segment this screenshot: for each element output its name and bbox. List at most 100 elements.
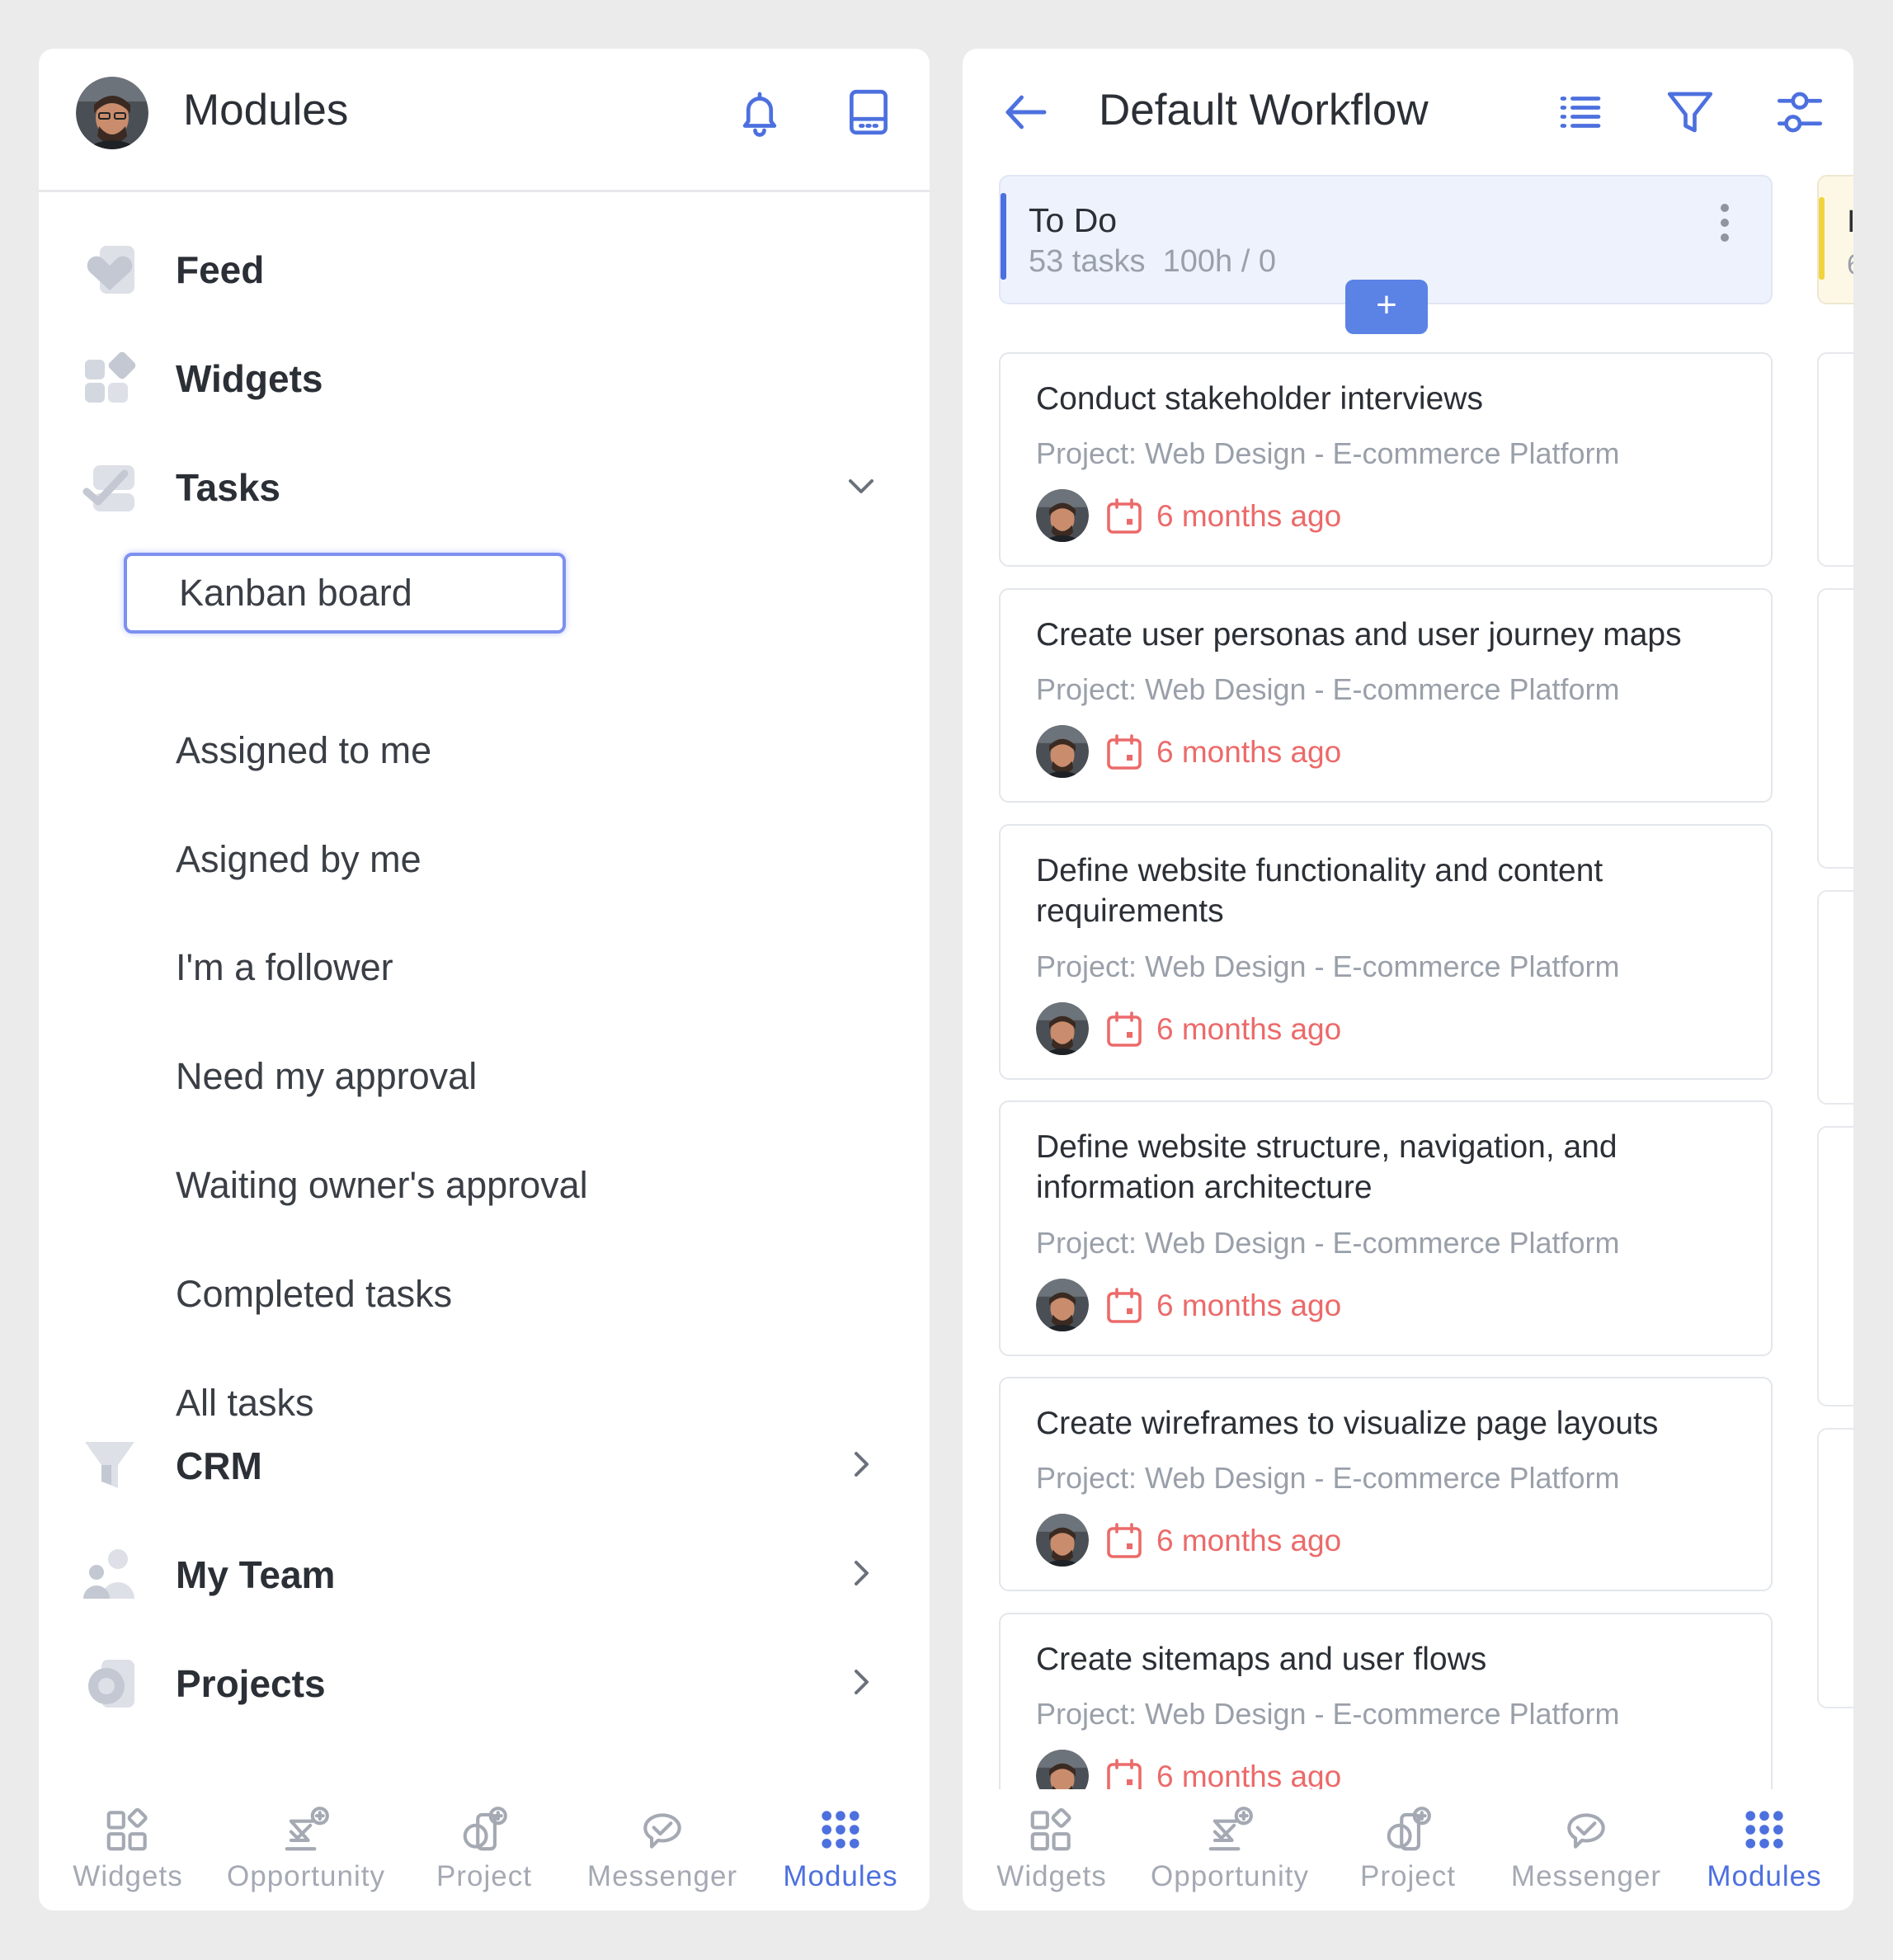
next-column-card[interactable]: [1817, 588, 1853, 869]
next-column-card[interactable]: [1817, 1428, 1853, 1708]
module-tasks[interactable]: Tasks: [39, 441, 930, 531]
nav-label: Project: [436, 1860, 532, 1892]
nav-messenger[interactable]: Messenger: [1497, 1789, 1675, 1911]
widgets-grid-icon: [82, 350, 138, 406]
task-meta: 6 months ago: [1036, 489, 1448, 544]
column-header-next[interactable]: I 6: [1817, 175, 1853, 304]
task-card[interactable]: Conduct stakeholder interviews Project: …: [999, 352, 1773, 567]
nav-modules[interactable]: Modules: [751, 1789, 930, 1911]
filter-icon[interactable]: [1663, 85, 1717, 139]
task-date: 6 months ago: [1156, 1524, 1342, 1557]
next-column-card[interactable]: [1817, 890, 1853, 1105]
task-date: 6 months ago: [1156, 1012, 1342, 1046]
modules-panel: Modules Feed Widgets Tasks Kanban board …: [39, 49, 930, 1911]
more-vertical-icon[interactable]: [1716, 201, 1733, 244]
next-column-card[interactable]: [1817, 1126, 1853, 1406]
list-view-icon[interactable]: [1553, 85, 1608, 139]
assignee-avatar: [1036, 1002, 1089, 1055]
submenu-completed-tasks[interactable]: Completed tasks: [176, 1265, 452, 1323]
tablet-layout-icon[interactable]: [841, 85, 896, 139]
calendar-icon: [1105, 1011, 1143, 1048]
project-icon: [1382, 1804, 1434, 1855]
next-column-card[interactable]: [1817, 352, 1853, 567]
project-icon: [459, 1804, 510, 1855]
bottom-navigation: Widgets Opportunity Project Messenger Mo…: [39, 1789, 930, 1911]
module-label: Tasks: [176, 466, 281, 509]
nav-project[interactable]: Project: [395, 1789, 573, 1911]
chevron-right-icon[interactable]: [841, 1661, 882, 1703]
calendar-icon: [1105, 1522, 1143, 1560]
widgets-icon: [1026, 1804, 1077, 1855]
nav-opportunity[interactable]: Opportunity: [1141, 1789, 1319, 1911]
page-title: Default Workflow: [1099, 86, 1429, 134]
column-stats: 6: [1847, 249, 1853, 281]
module-projects[interactable]: Projects: [39, 1637, 930, 1727]
tasks-check-icon: [82, 459, 138, 515]
assignee-avatar: [1036, 725, 1089, 778]
module-label: Projects: [176, 1662, 326, 1705]
nav-messenger[interactable]: Messenger: [573, 1789, 751, 1911]
kanban-panel: Default Workflow To Do 53 tasks 100h / 0…: [963, 49, 1853, 1911]
task-card[interactable]: Define website structure, navigation, an…: [999, 1100, 1773, 1356]
module-my-team[interactable]: My Team: [39, 1528, 930, 1618]
nav-label: Widgets: [996, 1860, 1107, 1892]
submenu-waiting-owner-approval[interactable]: Waiting owner's approval: [176, 1157, 588, 1214]
column-task-count: 53 tasks: [1029, 244, 1146, 279]
column-stats: 53 tasks 100h / 0: [1029, 244, 1276, 280]
modules-grid-icon: [815, 1804, 866, 1855]
back-arrow-icon[interactable]: [999, 85, 1053, 139]
task-card[interactable]: Create wireframes to visualize page layo…: [999, 1377, 1773, 1591]
bell-icon[interactable]: [732, 85, 787, 139]
nav-project[interactable]: Project: [1319, 1789, 1497, 1911]
task-project: Project: Web Design - E-commerce Platfor…: [1036, 1697, 1620, 1731]
team-people-icon: [82, 1546, 138, 1602]
nav-label: Modules: [1707, 1860, 1822, 1892]
column-hours: 100h / 0: [1162, 244, 1276, 279]
nav-label: Opportunity: [227, 1860, 385, 1892]
chevron-right-icon[interactable]: [841, 1552, 882, 1594]
settings-sliders-icon[interactable]: [1773, 85, 1827, 139]
chevron-right-icon[interactable]: [841, 1444, 882, 1485]
task-date: 6 months ago: [1156, 1289, 1342, 1322]
module-feed[interactable]: Feed: [39, 223, 930, 313]
nav-label: Project: [1360, 1860, 1456, 1892]
assignee-avatar: [1036, 1279, 1089, 1331]
task-title: Conduct stakeholder interviews: [1036, 381, 1483, 417]
feed-heart-icon: [82, 241, 138, 297]
bottom-navigation: Widgets Opportunity Project Messenger Mo…: [963, 1789, 1853, 1911]
chevron-down-icon[interactable]: [841, 465, 882, 506]
nav-label: Messenger: [586, 1860, 738, 1892]
user-avatar[interactable]: [76, 77, 148, 149]
column-title: I: [1847, 205, 1853, 239]
page-title: Modules: [183, 86, 349, 134]
task-project: Project: Web Design - E-commerce Platfor…: [1036, 949, 1620, 983]
module-label: Feed: [176, 248, 265, 291]
task-date: 6 months ago: [1156, 499, 1342, 533]
nav-label: Modules: [783, 1860, 898, 1892]
submenu-assigned-by-me[interactable]: Asigned by me: [176, 831, 421, 888]
module-crm[interactable]: CRM: [39, 1419, 930, 1510]
task-card[interactable]: Define website functionality and content…: [999, 824, 1773, 1080]
modules-grid-icon: [1739, 1804, 1790, 1855]
task-card[interactable]: Create sitemaps and user flows Project: …: [999, 1613, 1773, 1807]
submenu-need-my-approval[interactable]: Need my approval: [176, 1048, 477, 1105]
submenu-assigned-to-me[interactable]: Assigned to me: [176, 722, 431, 780]
add-task-button[interactable]: +: [1345, 280, 1428, 334]
nav-widgets[interactable]: Widgets: [39, 1789, 217, 1911]
calendar-icon: [1105, 1287, 1143, 1325]
module-label: My Team: [176, 1553, 336, 1596]
calendar-icon: [1105, 733, 1143, 771]
nav-widgets[interactable]: Widgets: [963, 1789, 1141, 1911]
module-label: Widgets: [176, 357, 323, 400]
submenu-kanban-board[interactable]: Kanban board: [124, 553, 566, 634]
nav-label: Opportunity: [1151, 1860, 1309, 1892]
task-list: Conduct stakeholder interviews Project: …: [999, 352, 1774, 1807]
opportunity-icon: [1204, 1804, 1255, 1855]
task-card[interactable]: Create user personas and user journey ma…: [999, 588, 1773, 803]
nav-modules[interactable]: Modules: [1675, 1789, 1853, 1911]
module-widgets[interactable]: Widgets: [39, 332, 930, 422]
projects-icon: [82, 1655, 138, 1711]
task-date: 6 months ago: [1156, 735, 1342, 769]
nav-opportunity[interactable]: Opportunity: [217, 1789, 395, 1911]
submenu-follower[interactable]: I'm a follower: [176, 939, 393, 996]
